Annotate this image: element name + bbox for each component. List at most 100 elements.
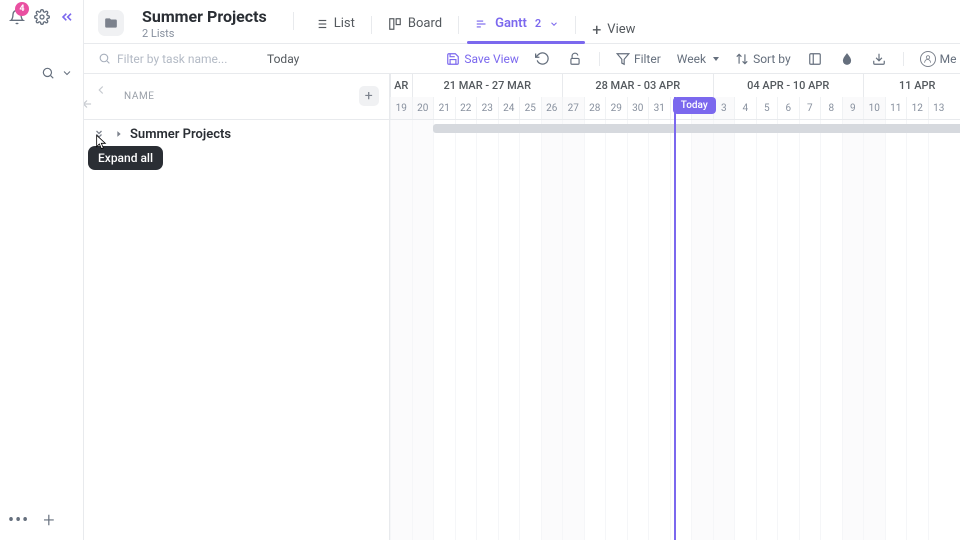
tab-gantt-options[interactable] xyxy=(549,19,559,29)
gantt-timeline[interactable]: AR21 MAR - 27 MAR28 MAR - 03 APR04 APR -… xyxy=(390,74,960,540)
today-button[interactable]: Today xyxy=(263,50,303,68)
timeline-week-label: 04 APR - 10 APR xyxy=(713,74,864,97)
timeline-column xyxy=(885,120,907,540)
timeline-week-label: 11 APR xyxy=(863,74,960,97)
tab-board-label: Board xyxy=(408,16,442,31)
timeline-day-label: 23 xyxy=(476,97,498,119)
tab-list-label: List xyxy=(334,16,355,31)
more-options-button[interactable]: ••• xyxy=(8,510,29,531)
add-column-button[interactable]: + xyxy=(359,86,379,106)
save-view-button[interactable]: Save View xyxy=(446,52,519,66)
timeline-column xyxy=(842,120,864,540)
tab-board[interactable]: Board xyxy=(386,12,444,43)
timeline-column xyxy=(863,120,885,540)
collapse-sidebar-button[interactable] xyxy=(58,6,75,28)
timeline-column xyxy=(799,120,821,540)
timerange-label: Week xyxy=(677,52,706,66)
timeline-day-label: 30 xyxy=(627,97,649,119)
task-filter-input[interactable] xyxy=(117,52,247,66)
color-button[interactable] xyxy=(839,51,855,67)
timeline-day-label: 9 xyxy=(842,97,864,119)
timeline-day-label: 22 xyxy=(455,97,477,119)
task-list-panel: NAME + Summer Projects Expand all xyxy=(84,74,390,540)
timeline-day-label: 31 xyxy=(648,97,670,119)
timeline-column xyxy=(734,120,756,540)
timeline-column xyxy=(820,120,842,540)
timeline-day-label: 7 xyxy=(799,97,821,119)
timeline-week-label: 21 MAR - 27 MAR xyxy=(412,74,563,97)
me-label: Me xyxy=(940,52,957,66)
timeline-column xyxy=(476,120,498,540)
timeline-day-label: 12 xyxy=(906,97,928,119)
tooltip: Expand all xyxy=(88,146,163,170)
timeline-column xyxy=(691,120,713,540)
folder-icon xyxy=(98,10,124,36)
timeline-day-label: 11 xyxy=(885,97,907,119)
lock-button[interactable] xyxy=(567,51,583,67)
avatar-icon xyxy=(920,51,936,67)
timeline-column xyxy=(928,120,950,540)
export-button[interactable] xyxy=(871,51,887,67)
divider xyxy=(371,16,372,34)
timeline-column xyxy=(433,120,455,540)
gantt-bar[interactable] xyxy=(433,124,960,133)
timeline-week-label: 28 MAR - 03 APR xyxy=(562,74,713,97)
group-title: Summer Projects xyxy=(130,127,231,142)
toolbar: Today Save View Filter Week Sort xyxy=(84,44,960,74)
task-filter-search[interactable] xyxy=(98,52,247,66)
timeline-column xyxy=(627,120,649,540)
timeline-day-label: 25 xyxy=(519,97,541,119)
timeline-day-label: 29 xyxy=(605,97,627,119)
timeline-column xyxy=(648,120,670,540)
timerange-dropdown[interactable]: Week xyxy=(677,52,719,66)
expand-all-button[interactable] xyxy=(90,125,108,143)
timeline-day-label: 27 xyxy=(562,97,584,119)
autosave-button[interactable] xyxy=(535,51,551,67)
group-row[interactable]: Summer Projects Expand all xyxy=(84,120,389,148)
rail-search-button[interactable] xyxy=(41,66,55,80)
filter-button[interactable]: Filter xyxy=(616,52,661,66)
notifications-button[interactable]: 4 xyxy=(8,6,25,28)
timeline-column xyxy=(777,120,799,540)
column-header: NAME + xyxy=(84,74,389,120)
timeline-day-label: 26 xyxy=(541,97,563,119)
timeline-day-label: 10 xyxy=(863,97,885,119)
me-filter-button[interactable]: Me xyxy=(920,51,957,67)
divider xyxy=(293,12,294,30)
add-view-label: View xyxy=(607,22,635,37)
timeline-day-label: 8 xyxy=(820,97,842,119)
rail-dropdown-button[interactable] xyxy=(61,67,73,79)
notification-badge: 4 xyxy=(15,2,29,16)
timeline-column xyxy=(584,120,606,540)
timeline-column xyxy=(756,120,778,540)
timeline-day-label: 24 xyxy=(498,97,520,119)
timeline-day-label: 20 xyxy=(412,97,434,119)
timeline-day-label: 6 xyxy=(777,97,799,119)
timeline-day-label: 13 xyxy=(928,97,950,119)
column-name-label: NAME xyxy=(124,91,155,102)
timeline-day-label: 28 xyxy=(584,97,606,119)
page-header: Summer Projects 2 Lists List Board Gantt xyxy=(84,0,960,44)
divider xyxy=(575,16,576,34)
timeline-week-label: AR xyxy=(390,74,412,97)
add-button[interactable]: + xyxy=(43,508,54,532)
tab-list[interactable]: List xyxy=(312,12,357,43)
timeline-day-label: 19 xyxy=(390,97,412,119)
tab-gantt[interactable]: Gantt 2 xyxy=(473,12,561,43)
collapse-column-icon[interactable] xyxy=(94,83,108,111)
timeline-column xyxy=(713,120,735,540)
expand-columns-button[interactable] xyxy=(807,51,823,67)
timeline-column xyxy=(455,120,477,540)
filter-label: Filter xyxy=(634,52,661,66)
settings-button[interactable] xyxy=(33,6,50,28)
sortby-label: Sort by xyxy=(753,52,791,66)
sortby-button[interactable]: Sort by xyxy=(735,52,791,66)
timeline-column xyxy=(541,120,563,540)
timeline-day-label: 21 xyxy=(433,97,455,119)
timeline-day-label: 5 xyxy=(756,97,778,119)
save-view-label: Save View xyxy=(464,52,519,66)
left-rail: 4 ••• + xyxy=(0,0,84,540)
page-title[interactable]: Summer Projects xyxy=(142,8,267,26)
caret-right-icon[interactable] xyxy=(114,129,124,139)
today-flag[interactable]: Today xyxy=(673,97,716,114)
